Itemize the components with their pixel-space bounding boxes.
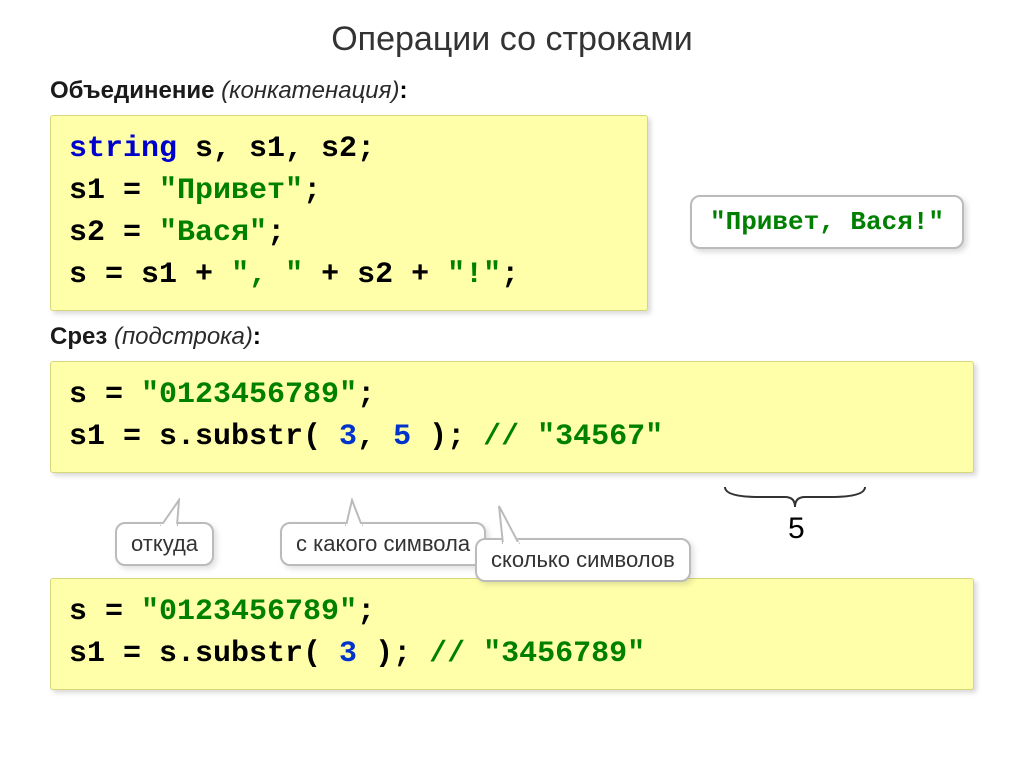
slide: Операции со строками Объединение (конкат… [0, 0, 1024, 767]
section-slice-bold: Срез [50, 323, 107, 350]
code-block-substr1: s = "0123456789"; s1 = s.substr( 3, 5 );… [50, 361, 974, 473]
annot-tail-icon [342, 498, 368, 526]
keyword-string: string [69, 132, 177, 166]
code-line: string s, s1, s2; [69, 128, 629, 170]
callout-result: "Привет, Вася!" [690, 195, 964, 249]
slide-title: Операции со строками [50, 20, 974, 59]
code-line: s = "0123456789"; [69, 591, 955, 633]
annot-which-char: с какого символа [280, 522, 486, 566]
code-line: s = s1 + ", " + s2 + "!"; [69, 254, 629, 296]
brace-icon [720, 485, 870, 513]
section-concat-colon: : [399, 77, 407, 104]
code-line: s1 = s.substr( 3 ); // "3456789" [69, 633, 955, 675]
section-concat: Объединение (конкатенация): [50, 77, 974, 105]
section-concat-bold: Объединение [50, 77, 214, 104]
annot-tail-icon [497, 504, 527, 544]
brace-count: 5 [788, 512, 805, 546]
code-line: s1 = s.substr( 3, 5 ); // "34567" [69, 416, 955, 458]
annot-tail-icon [157, 498, 183, 526]
code-line: s2 = "Вася"; [69, 212, 629, 254]
code-block-concat: string s, s1, s2; s1 = "Привет"; s2 = "В… [50, 115, 648, 311]
section-concat-italic: (конкатенация) [221, 77, 399, 104]
section-slice-colon: : [253, 323, 261, 350]
code-block-substr2: s = "0123456789"; s1 = s.substr( 3 ); //… [50, 578, 974, 690]
section-slice-italic: (подстрока) [114, 323, 253, 350]
annot-from: откуда [115, 522, 214, 566]
code-line: s1 = "Привет"; [69, 170, 629, 212]
section-slice: Срез (подстрока): [50, 323, 974, 351]
annot-how-many: сколько символов [475, 538, 691, 582]
code-line: s = "0123456789"; [69, 374, 955, 416]
